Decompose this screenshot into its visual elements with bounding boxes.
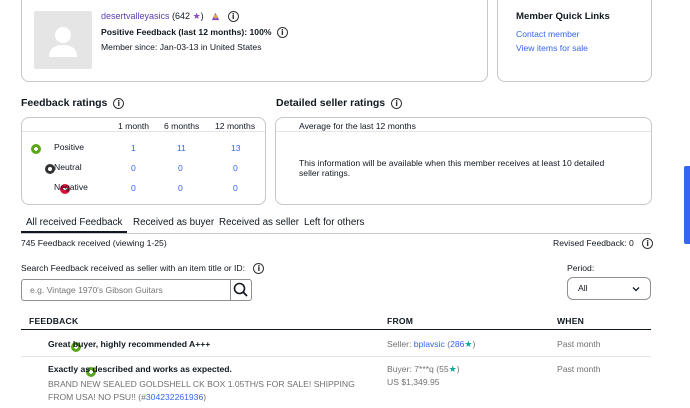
feedback-ratings-title-text: Feedback ratings xyxy=(21,97,108,109)
neutral-12-months[interactable]: 0 xyxy=(233,163,238,173)
positive-feedback-line: Positive Feedback (last 12 months): 100%… xyxy=(101,27,288,39)
row-label-negative: Negative xyxy=(54,182,88,192)
feedback-score: 642 xyxy=(175,11,191,21)
feedback-when: Past month xyxy=(557,339,601,349)
username-link[interactable]: desertvalleyasics xyxy=(101,11,170,21)
divider xyxy=(276,131,651,132)
from-score-close: ) xyxy=(472,339,476,349)
search-button[interactable] xyxy=(230,279,252,301)
item-close: ) xyxy=(203,392,207,402)
feedback-count: 745 Feedback received (viewing 1-25) xyxy=(21,238,167,248)
table-header-divider xyxy=(21,329,651,330)
period-selected: All xyxy=(578,283,588,293)
neutral-6-months[interactable]: 0 xyxy=(178,163,183,173)
side-feedback-tab[interactable] xyxy=(684,166,690,244)
detailed-ratings-title: Detailed seller ratings i xyxy=(276,97,403,109)
feedback-from: Buyer: 7***q (55★) xyxy=(387,364,460,375)
period-select[interactable]: All xyxy=(567,277,651,300)
score-close: ) xyxy=(200,11,204,21)
search-icon xyxy=(233,282,248,297)
row-label-neutral: Neutral xyxy=(54,162,82,172)
col-1-month: 1 month xyxy=(118,121,150,131)
revised-feedback: Revised Feedback: 0 i xyxy=(553,238,654,250)
detailed-ratings-subtitle: Average for the last 12 months xyxy=(299,121,416,131)
header-feedback: FEEDBACK xyxy=(29,316,79,326)
username-line: desertvalleyasics (642 ★) i xyxy=(101,11,239,23)
negative-6-months[interactable]: 0 xyxy=(178,183,183,193)
tab-received-as-buyer[interactable]: Received as buyer xyxy=(133,217,214,228)
row-label-positive: Positive xyxy=(54,142,85,152)
tab-received-as-seller[interactable]: Received as seller xyxy=(219,217,299,228)
badge-icon xyxy=(210,11,224,21)
tab-left-for-others[interactable]: Left for others xyxy=(304,217,364,228)
info-icon[interactable]: i xyxy=(276,27,288,39)
negative-1-month[interactable]: 0 xyxy=(131,183,136,193)
feedback-when: Past month xyxy=(557,364,601,374)
col-12-months: 12 months xyxy=(215,121,256,131)
item-price: US $1,349.95 xyxy=(387,377,440,387)
from-score-close: ) xyxy=(456,364,460,374)
from-score[interactable]: 286 xyxy=(450,339,464,349)
positive-feedback-text: Positive Feedback (last 12 months): 100% xyxy=(101,27,272,37)
divider xyxy=(22,131,265,132)
from-user: 7***q xyxy=(414,364,434,374)
person-icon xyxy=(49,27,77,57)
avatar xyxy=(34,11,92,69)
header-from: FROM xyxy=(387,316,414,326)
info-icon[interactable]: i xyxy=(391,97,403,109)
quick-links-title: Member Quick Links xyxy=(516,11,610,22)
tabs-divider xyxy=(21,233,651,234)
negative-12-months[interactable]: 0 xyxy=(233,183,238,193)
search-input[interactable] xyxy=(21,279,231,301)
search-label-text: Search Feedback received as seller with … xyxy=(21,263,246,273)
from-prefix: Seller: xyxy=(387,339,414,349)
positive-1-month[interactable]: 1 xyxy=(131,143,136,153)
header-when: WHEN xyxy=(557,316,585,326)
row-divider xyxy=(21,356,651,357)
feedback-item: BRAND NEW SEALED GOLDSHELL CK BOX 1.05TH… xyxy=(48,378,378,404)
view-items-link[interactable]: View items for sale xyxy=(516,43,588,53)
search-label: Search Feedback received as seller with … xyxy=(21,263,265,275)
member-since: Member since: Jan-03-13 in United States xyxy=(101,42,262,52)
positive-12-months[interactable]: 13 xyxy=(231,143,241,153)
from-prefix: Buyer: xyxy=(387,364,415,374)
detailed-ratings-title-text: Detailed seller ratings xyxy=(276,97,386,109)
feedback-from: Seller: bplavsic (286★) xyxy=(387,339,475,350)
feedback-ratings-title: Feedback ratings i xyxy=(21,97,125,109)
tab-all-received[interactable]: All received Feedback xyxy=(26,217,122,228)
info-icon[interactable]: i xyxy=(642,238,654,250)
item-id-link[interactable]: 304232261936 xyxy=(146,392,203,402)
period-label: Period: xyxy=(567,263,595,273)
from-user-link[interactable]: bplavsic xyxy=(414,339,445,349)
positive-6-months[interactable]: 11 xyxy=(177,143,186,153)
neutral-1-month[interactable]: 0 xyxy=(131,163,136,173)
from-score: 55 xyxy=(439,364,449,374)
star-icon: ★ xyxy=(192,11,201,21)
chevron-down-icon xyxy=(632,287,640,292)
feedback-comment: Exactly as described and works as expect… xyxy=(48,364,232,374)
feedback-comment: Great buyer, highly recommended A+++ xyxy=(48,339,211,349)
info-icon[interactable]: i xyxy=(253,263,265,275)
info-icon[interactable]: i xyxy=(227,11,239,23)
info-icon[interactable]: i xyxy=(113,97,125,109)
revised-feedback-text: Revised Feedback: 0 xyxy=(553,238,634,248)
star-icon: ★ xyxy=(448,364,457,374)
contact-member-link[interactable]: Contact member xyxy=(516,29,580,39)
col-6-months: 6 months xyxy=(164,121,200,131)
detailed-ratings-message: This information will be available when … xyxy=(299,158,605,178)
positive-icon xyxy=(31,144,41,154)
